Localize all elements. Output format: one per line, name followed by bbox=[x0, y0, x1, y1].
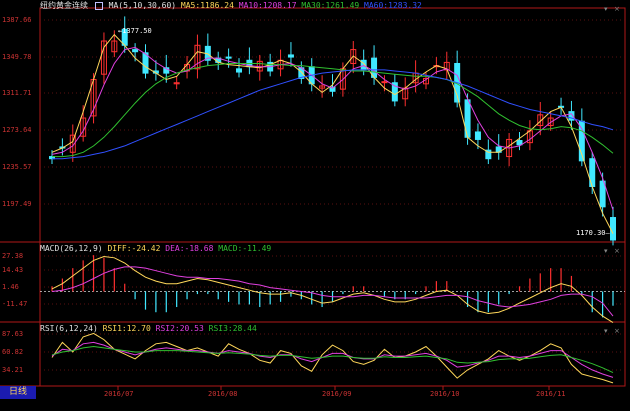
ma-params: MA(5,10,30,60) bbox=[108, 1, 177, 10]
macd-value: MACD:-11.49 bbox=[218, 244, 272, 253]
rsi-line-rsi2 bbox=[51, 341, 614, 378]
rsi-y-tick: 60.82 bbox=[2, 348, 24, 356]
rsi-y-tick: 34.21 bbox=[2, 366, 24, 374]
macd-line-diff bbox=[51, 255, 614, 324]
macd-y-tick: 1.46 bbox=[2, 283, 19, 291]
main-panel-legend: 纽约黄金连续 MA(5,10,30,60) MA5:1186.24 MA10:1… bbox=[40, 1, 422, 10]
rsi-y-tick: 87.63 bbox=[2, 330, 24, 338]
ma10-value: 1208.17 bbox=[262, 1, 297, 10]
last-price-value: 1170.30 bbox=[576, 229, 606, 237]
main-y-tick: 1311.71 bbox=[2, 89, 32, 97]
ma30-label: MA30 bbox=[301, 1, 321, 10]
rsi1-value: RSI1:12.70 bbox=[102, 324, 151, 333]
candle-body bbox=[610, 217, 616, 241]
diff-value: DIFF:-24.42 bbox=[107, 244, 161, 253]
ma10-label: MA10 bbox=[238, 1, 259, 10]
main-y-tick: 1197.49 bbox=[2, 200, 32, 208]
panel-close-icon: × bbox=[614, 247, 620, 255]
x-axis-label: 2016/11 bbox=[536, 390, 566, 398]
dea-value: DEA:-18.68 bbox=[165, 244, 214, 253]
last-price-annotation: 1170.30— bbox=[576, 229, 610, 237]
macd-y-tick: -11.47 bbox=[2, 300, 28, 308]
ma5-value: 1186.24 bbox=[200, 1, 234, 10]
legend-square-icon bbox=[94, 1, 103, 10]
candle-body bbox=[287, 54, 294, 58]
candle-body bbox=[516, 140, 523, 146]
ma5-label: MA5 bbox=[180, 1, 196, 10]
candle-body bbox=[236, 68, 242, 73]
panel-close-icon: × bbox=[614, 327, 620, 335]
rsi-params: RSI(6,12,24) bbox=[40, 324, 98, 333]
macd-y-tick: 14.43 bbox=[2, 266, 24, 274]
candle-body bbox=[474, 131, 481, 140]
main-y-tick: 1273.64 bbox=[2, 126, 32, 134]
main-y-tick: 1349.78 bbox=[2, 53, 32, 61]
macd-params: MACD(26,12,9) bbox=[40, 244, 103, 253]
rsi-panel-legend: RSI(6,12,24) RSI1:12.70 RSI2:20.53 RSI3:… bbox=[40, 324, 257, 333]
x-axis-label: 2016/07 bbox=[104, 390, 134, 398]
high-price-value: 1377.50 bbox=[122, 27, 152, 35]
panel-close-icon: × bbox=[614, 5, 620, 13]
macd-y-tick: 27.38 bbox=[2, 252, 24, 260]
main-y-tick: 1387.66 bbox=[2, 16, 32, 24]
symbol-name: 纽约黄金连续 bbox=[40, 1, 88, 10]
candle-body bbox=[225, 56, 232, 59]
panel-menu-icon: ▾ bbox=[604, 247, 608, 255]
rsi3-value: RSI3:28.44 bbox=[208, 324, 257, 333]
panel-menu-icon: ▾ bbox=[604, 327, 608, 335]
candle-body bbox=[381, 81, 388, 84]
period-tab-daily[interactable]: 日线 bbox=[0, 386, 36, 399]
candle-body bbox=[132, 49, 139, 53]
x-axis-label: 2016/10 bbox=[430, 390, 460, 398]
macd-panel-legend: MACD(26,12,9) DIFF:-24.42 DEA:-18.68 MAC… bbox=[40, 244, 271, 253]
chart-window: ▾ × ▾ × ▾ × 纽约黄金连续 MA(5,10,30,60) MA5:1186.24… bbox=[0, 0, 630, 411]
high-price-annotation: ←1377.50 bbox=[118, 27, 152, 35]
chart-canvas: ▾ × ▾ × ▾ × bbox=[0, 5, 626, 390]
x-axis-label: 2016/08 bbox=[208, 390, 238, 398]
ma60-value: 1283.32 bbox=[388, 1, 422, 10]
ma60-label: MA60 bbox=[364, 1, 384, 10]
x-axis-label: 2016/09 bbox=[322, 390, 352, 398]
main-y-tick: 1235.57 bbox=[2, 163, 32, 171]
panel-menu-icon: ▾ bbox=[604, 5, 608, 13]
ma30-value: 1261.49 bbox=[325, 1, 360, 10]
rsi-line-rsi3 bbox=[51, 345, 614, 374]
rsi2-value: RSI2:20.53 bbox=[155, 324, 204, 333]
